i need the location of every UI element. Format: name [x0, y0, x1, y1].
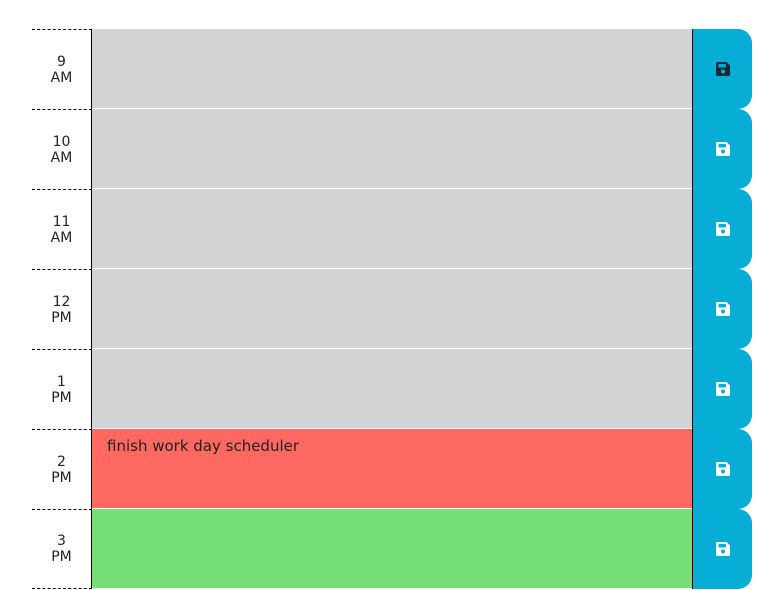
hour-period: PM	[51, 549, 72, 565]
hour-period: PM	[51, 389, 72, 406]
hour-label: 3 PM	[32, 509, 92, 589]
event-description-input[interactable]	[92, 509, 692, 589]
floppy-disk-icon	[715, 141, 731, 157]
time-block-row: 2 PM finish work day scheduler	[32, 429, 752, 509]
hour-period: AM	[50, 229, 73, 246]
time-block-row: 10 AM	[32, 109, 752, 189]
save-button[interactable]	[692, 509, 752, 589]
hour-number: 3	[57, 533, 66, 549]
hour-number: 10	[52, 133, 71, 150]
scheduler-container: 9 AM 10 AM 11 AM 12 PM 1 PM 2 PM finish work day sch…	[32, 29, 752, 589]
hour-label: 11 AM	[32, 189, 92, 269]
hour-period: AM	[50, 149, 73, 166]
time-block-row: 12 PM	[32, 269, 752, 349]
hour-period: PM	[51, 469, 72, 486]
floppy-disk-icon	[715, 541, 731, 557]
save-button[interactable]	[692, 29, 752, 109]
event-description-input[interactable]	[92, 29, 692, 109]
floppy-disk-icon	[715, 301, 731, 317]
save-button[interactable]	[692, 109, 752, 189]
save-button[interactable]	[692, 189, 752, 269]
event-description-input[interactable]	[92, 349, 692, 429]
floppy-disk-icon	[715, 61, 731, 77]
hour-label: 12 PM	[32, 269, 92, 349]
floppy-disk-icon	[715, 381, 731, 397]
hour-number: 1	[57, 373, 66, 390]
save-button[interactable]	[692, 349, 752, 429]
time-block-row: 11 AM	[32, 189, 752, 269]
hour-number: 12	[52, 293, 71, 310]
save-button[interactable]	[692, 269, 752, 349]
floppy-disk-icon	[715, 461, 731, 477]
event-description-input[interactable]	[92, 269, 692, 349]
event-description-input[interactable]	[92, 189, 692, 269]
hour-number: 2	[57, 453, 66, 470]
time-block-row: 9 AM	[32, 29, 752, 109]
hour-label: 2 PM	[32, 429, 92, 509]
hour-label: 1 PM	[32, 349, 92, 429]
hour-number: 11	[52, 213, 71, 230]
time-block-row: 3 PM	[32, 509, 752, 589]
hour-period: AM	[50, 69, 73, 86]
hour-label: 9 AM	[32, 29, 92, 109]
hour-number: 9	[57, 53, 66, 70]
event-description-input[interactable]	[92, 109, 692, 189]
hour-period: PM	[51, 309, 72, 326]
hour-label: 10 AM	[32, 109, 92, 189]
save-button[interactable]	[692, 429, 752, 509]
time-block-row: 1 PM	[32, 349, 752, 429]
event-description-input[interactable]: finish work day scheduler	[92, 429, 692, 509]
floppy-disk-icon	[715, 221, 731, 237]
